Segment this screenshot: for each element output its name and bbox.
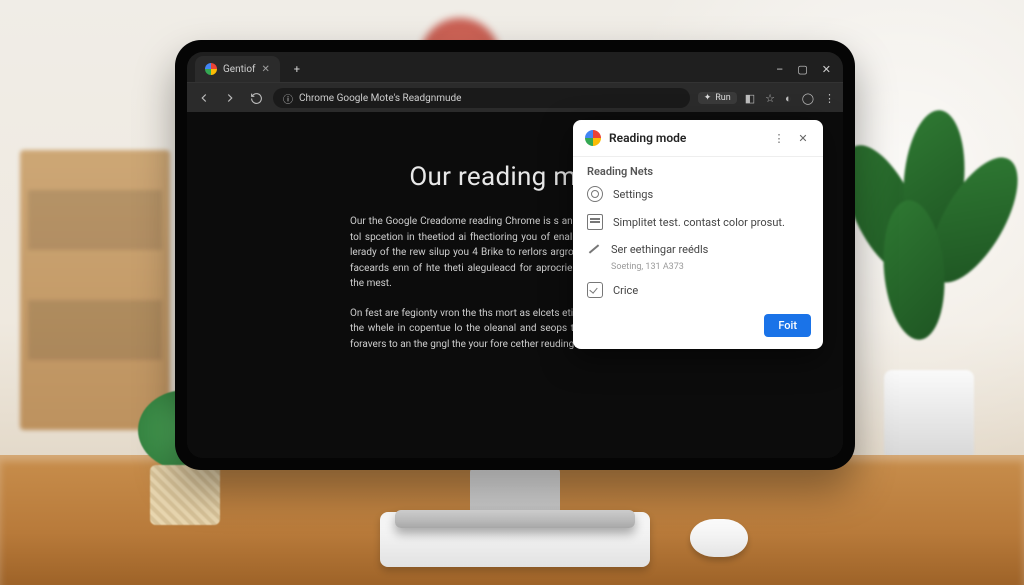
room-background: Gentiof ✕ + – ▢ ✕ xyxy=(0,0,1024,585)
primary-button[interactable]: Foit xyxy=(764,314,811,337)
panel-close-icon[interactable]: ✕ xyxy=(795,132,811,145)
site-info-icon[interactable]: ⓘ xyxy=(283,91,293,106)
check-icon xyxy=(587,282,603,298)
option-label: Ser eethingar reédls xyxy=(611,243,708,256)
extension-icon[interactable]: ◧ xyxy=(745,92,755,105)
window-controls: – ▢ ✕ xyxy=(764,63,843,82)
pencil-icon xyxy=(587,242,601,256)
action-chip-label: Run xyxy=(715,93,730,103)
panel-footer: Foit xyxy=(573,304,823,349)
action-chip[interactable]: ✦Run xyxy=(698,92,737,104)
close-tab-icon[interactable]: ✕ xyxy=(262,64,270,75)
tab-strip: Gentiof ✕ + – ▢ ✕ xyxy=(187,52,843,82)
browser-tab[interactable]: Gentiof ✕ xyxy=(195,56,280,82)
address-bar[interactable]: ⓘ Chrome Google Mote's Readgnmude xyxy=(273,88,690,108)
maximize-button[interactable]: ▢ xyxy=(797,63,807,76)
monitor-base xyxy=(395,510,635,528)
tab-title: Gentiof xyxy=(223,64,256,75)
new-tab-button[interactable]: + xyxy=(286,58,308,80)
panel-more-icon[interactable]: ⋮ xyxy=(771,132,787,145)
option-edit[interactable]: Ser eethingar reédls xyxy=(573,236,823,262)
extension-icon[interactable]: ◐ xyxy=(785,92,792,105)
profile-icon[interactable]: ◯ xyxy=(802,92,814,105)
option-label: Simplitet test. contast color prosut. xyxy=(613,216,785,229)
option-settings[interactable]: Settings xyxy=(573,180,823,208)
chrome-logo-icon xyxy=(585,130,601,146)
browser-window: Gentiof ✕ + – ▢ ✕ xyxy=(187,52,843,458)
option-hint: Soeting, 131 A373 xyxy=(573,262,823,276)
reload-button[interactable] xyxy=(247,89,265,107)
minimize-button[interactable]: – xyxy=(776,63,783,76)
screen: Gentiof ✕ + – ▢ ✕ xyxy=(187,52,843,458)
extensions-area: ◧ ☆ ◐ ◯ ⋮ xyxy=(745,92,835,105)
forward-button[interactable] xyxy=(221,89,239,107)
reading-mode-panel: Reading mode ⋮ ✕ Reading Nets Settings S… xyxy=(573,120,823,349)
monitor: Gentiof ✕ + – ▢ ✕ xyxy=(175,40,855,470)
option-simplify[interactable]: Simplitet test. contast color prosut. xyxy=(573,208,823,236)
menu-icon[interactable]: ⋮ xyxy=(824,92,835,105)
gear-icon xyxy=(587,186,603,202)
url-text: Chrome Google Mote's Readgnmude xyxy=(299,93,461,104)
favicon-icon xyxy=(205,63,217,75)
panel-subtitle: Reading Nets xyxy=(573,157,823,180)
panel-header: Reading mode ⋮ ✕ xyxy=(573,120,823,157)
text-icon xyxy=(587,214,603,230)
option-choice[interactable]: Crice xyxy=(573,276,823,304)
toolbar: ⓘ Chrome Google Mote's Readgnmude ✦Run ◧… xyxy=(187,82,843,113)
mouse xyxy=(690,519,748,557)
button-label: Foit xyxy=(778,319,797,332)
option-label: Crice xyxy=(613,284,638,297)
close-window-button[interactable]: ✕ xyxy=(822,63,831,76)
extension-icon[interactable]: ☆ xyxy=(765,92,775,105)
panel-title: Reading mode xyxy=(609,131,763,145)
option-label: Settings xyxy=(613,188,653,201)
back-button[interactable] xyxy=(195,89,213,107)
